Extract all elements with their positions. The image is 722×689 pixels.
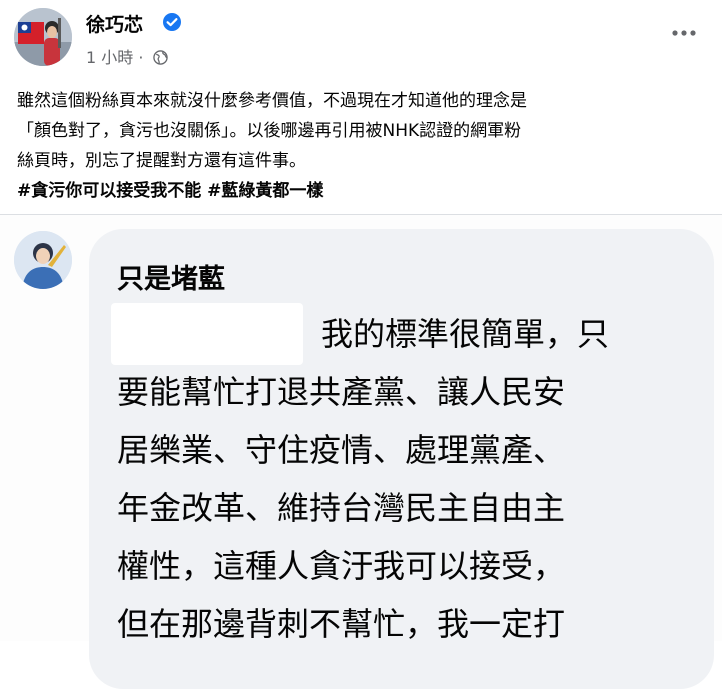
- hashtag-link[interactable]: #藍綠黃都一樣: [207, 181, 323, 201]
- comment-text-line: 年金改革、維持台灣民主自由主: [117, 489, 566, 527]
- comment-text-line: 我的標準很簡單，只: [321, 315, 610, 353]
- comment-bubble: 只是堵藍 我的標準很簡單，只 要能幫忙打退共產黨、讓人民安 居樂業、守住疫情、處…: [89, 229, 714, 689]
- post-body: 雖然這個粉絲頁本來就沒什麼參考價值，不過現在才知道他的理念是 「顏色對了，貪污也…: [17, 86, 713, 206]
- author-avatar[interactable]: [14, 8, 72, 66]
- commenter-avatar: [14, 231, 72, 289]
- post-text-line: 雖然這個粉絲頁本來就沒什麼參考價值，不過現在才知道他的理念是: [17, 91, 527, 111]
- comment-text-line: 要能幫忙打退共產黨、讓人民安: [117, 373, 566, 411]
- post-text-line: 絲頁時，別忘了提醒對方還有這件事。: [17, 151, 306, 171]
- more-options-button[interactable]: [664, 18, 704, 48]
- post-header: 徐巧芯 1 小時 ·: [0, 0, 722, 80]
- comment-text-line: 但在那邊背刺不幫忙，我一定打: [117, 605, 566, 643]
- comment-text-line: 權性，這種人貪汙我可以接受，: [117, 547, 566, 585]
- hashtag-link[interactable]: #貪污你可以接受我不能: [17, 181, 201, 201]
- more-options-icon: [672, 30, 696, 36]
- comment-text: 我的標準很簡單，只 要能幫忙打退共產黨、讓人民安 居樂業、守住疫情、處理黨產、 …: [117, 305, 673, 653]
- embedded-comment-screenshot[interactable]: 只是堵藍 我的標準很簡單，只 要能幫忙打退共產黨、讓人民安 居樂業、守住疫情、處…: [0, 215, 722, 689]
- post-text-line: 「顏色對了，貪污也沒關係」。以後哪邊再引用被NHK認證的網軍粉: [17, 121, 522, 141]
- hashtags: #貪污你可以接受我不能 #藍綠黃都一樣: [17, 176, 713, 206]
- post-meta: 1 小時 ·: [86, 44, 168, 68]
- commenter-avatar-photo: [14, 231, 72, 289]
- verified-badge-icon: [163, 13, 181, 31]
- meta-separator: ·: [138, 48, 144, 67]
- comment-author: 只是堵藍: [117, 264, 225, 295]
- author-name[interactable]: 徐巧芯: [86, 10, 143, 37]
- comment-text-line: 居樂業、守住疫情、處理黨產、: [117, 431, 566, 469]
- post-timestamp[interactable]: 1 小時: [86, 48, 133, 67]
- avatar-photo: [14, 8, 72, 66]
- globe-icon[interactable]: [152, 50, 168, 65]
